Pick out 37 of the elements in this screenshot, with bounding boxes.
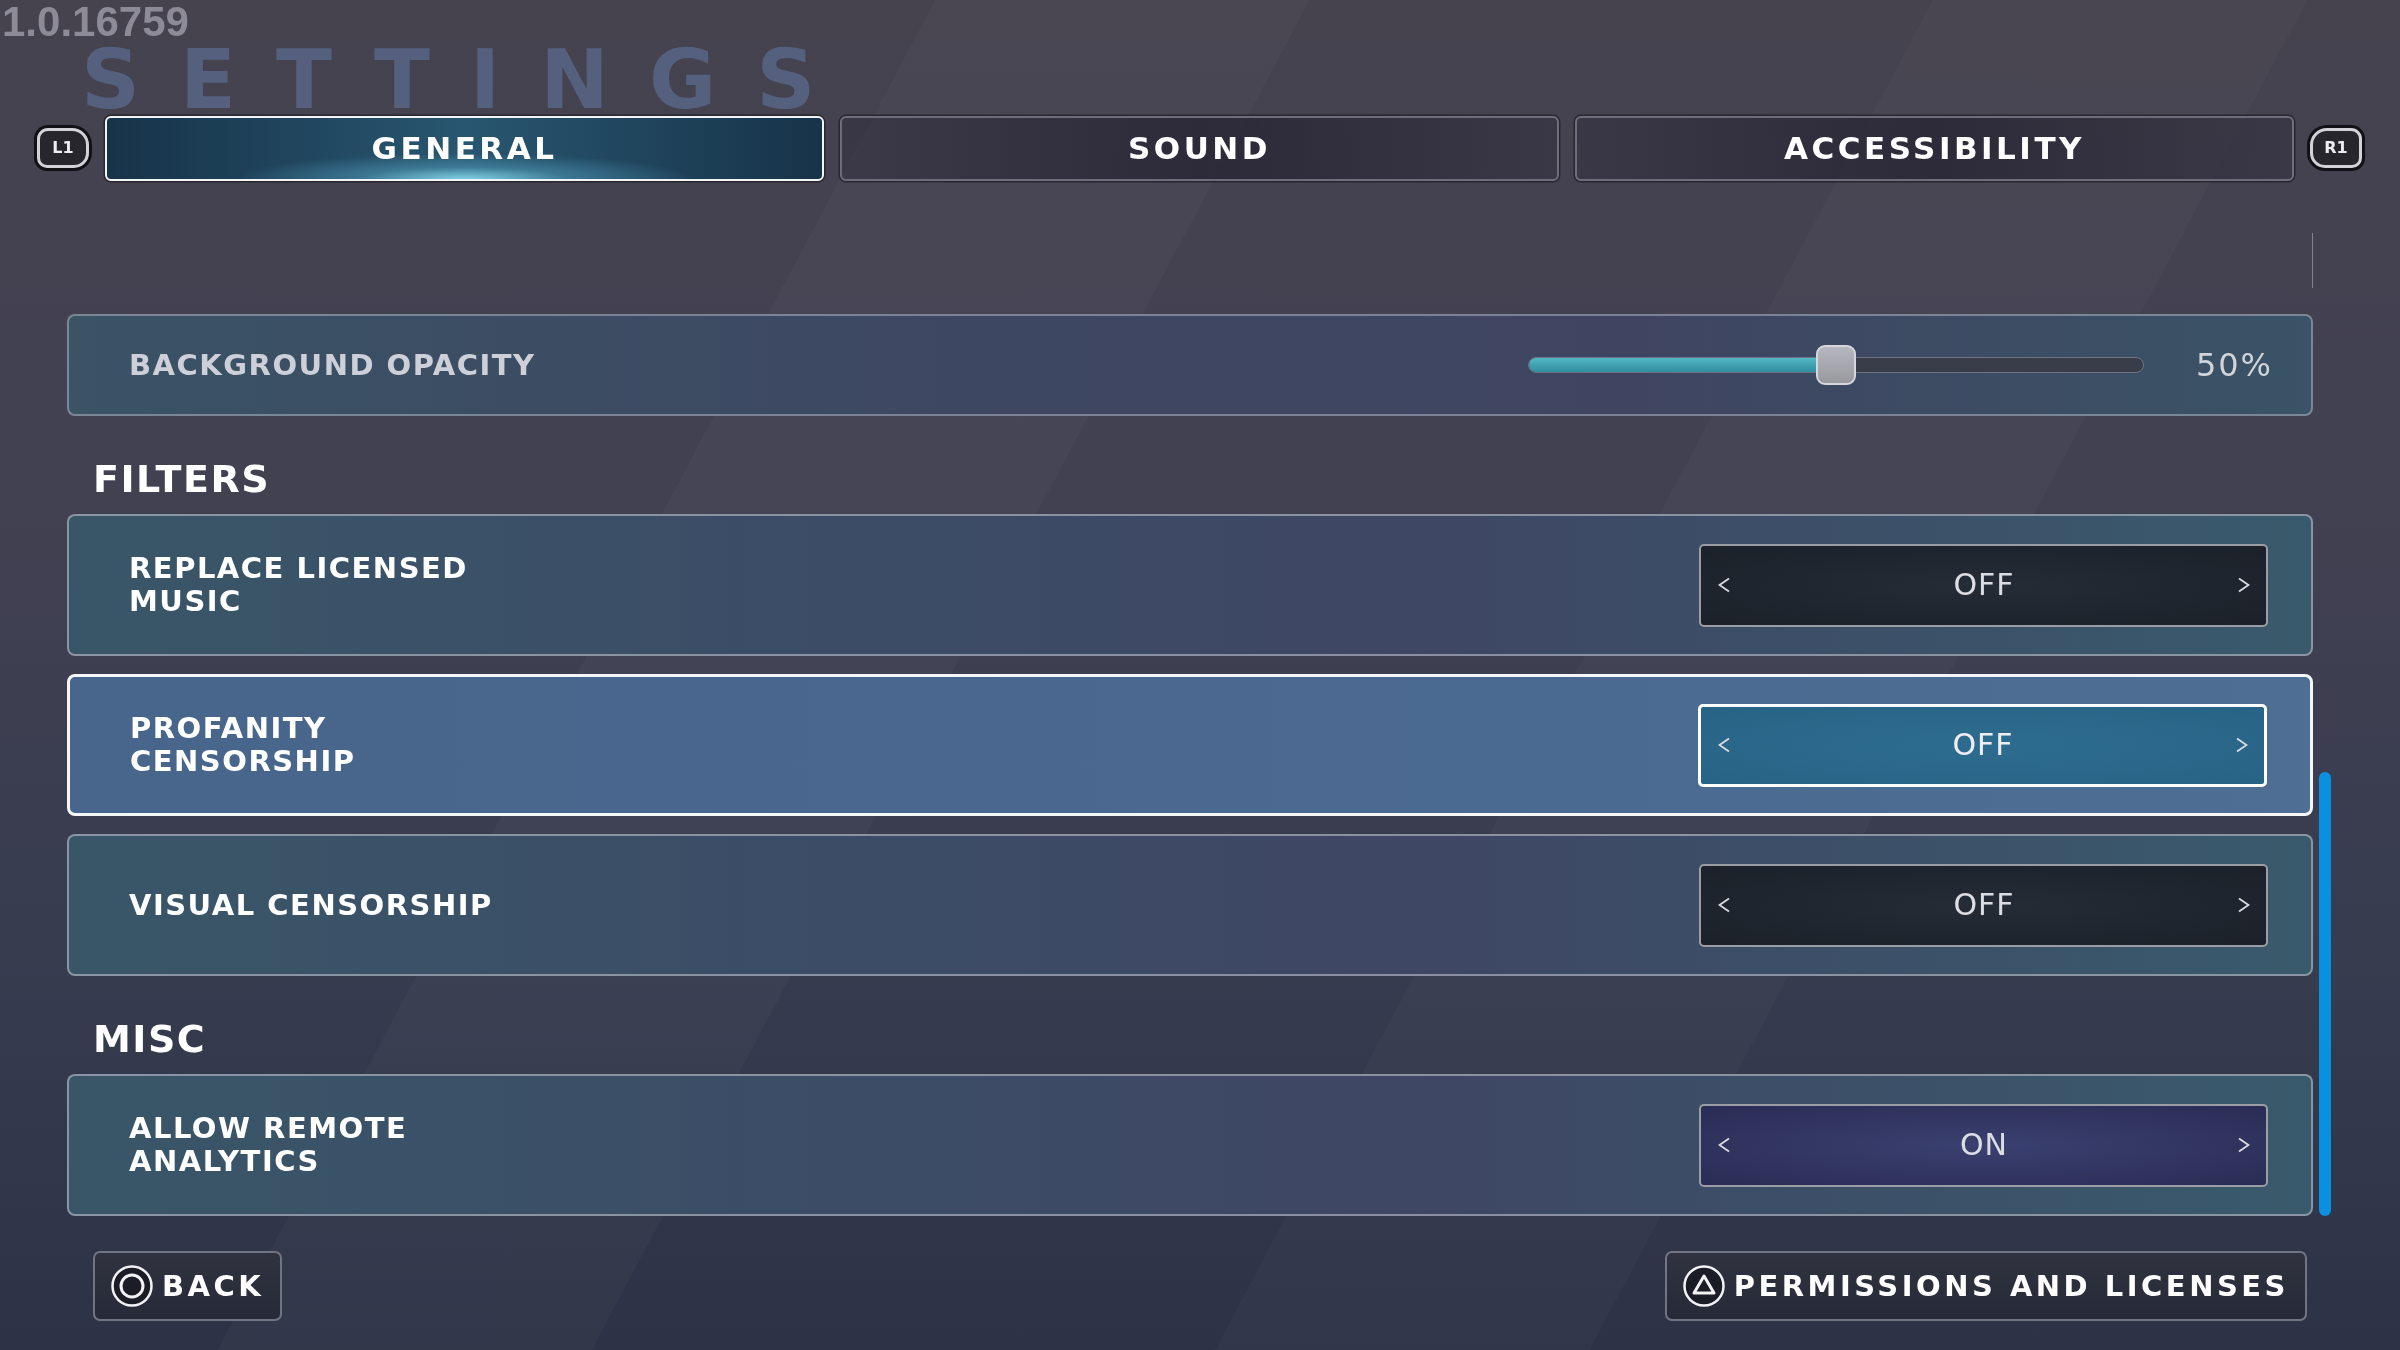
- tab[interactable]: GENERAL: [105, 115, 824, 181]
- chevron-left-icon[interactable]: [1718, 897, 1730, 913]
- footer-button[interactable]: PERMISSIONS AND LICENSES: [1664, 1251, 2307, 1321]
- option-selector[interactable]: OFF: [1699, 863, 2268, 947]
- setting-row[interactable]: VISUAL CENSORSHIP OFF: [67, 834, 2313, 976]
- shoulder-button-prompt[interactable]: L1: [37, 128, 89, 169]
- setting-row[interactable]: ALLOW REMOTE ANALYTICS ON: [67, 1074, 2313, 1216]
- option-value: ON: [1959, 1127, 2009, 1163]
- option-value: OFF: [1953, 887, 2015, 923]
- setting-row[interactable]: BACKGROUND OPACITY 50%: [67, 314, 2313, 416]
- circle-icon: [111, 1265, 153, 1307]
- version-label: 1.0.16759: [1, 0, 189, 44]
- setting-label: VISUAL CENSORSHIP: [129, 888, 493, 922]
- option-selector[interactable]: ON: [1699, 1103, 2268, 1187]
- setting-label: ALLOW REMOTE ANALYTICS: [129, 1112, 409, 1178]
- option-value: OFF: [1952, 727, 2014, 763]
- section-heading: MISC: [93, 1016, 207, 1062]
- slider-value: 50%: [2195, 347, 2273, 383]
- chevron-left-icon[interactable]: [1718, 577, 1730, 593]
- tab[interactable]: ACCESSIBILITY: [1575, 115, 2294, 181]
- chevron-right-icon[interactable]: [2238, 1137, 2250, 1153]
- setting-label: PROFANITY CENSORSHIP: [130, 712, 357, 778]
- shoulder-button-prompt[interactable]: R1: [2310, 128, 2362, 169]
- setting-label: REPLACE LICENSED MUSIC: [129, 552, 469, 618]
- setting-row[interactable]: PROFANITY CENSORSHIP OFF: [67, 674, 2313, 816]
- chevron-right-icon[interactable]: [2238, 577, 2250, 593]
- chevron-left-icon[interactable]: [1718, 1137, 1730, 1153]
- option-selector[interactable]: OFF: [1699, 543, 2268, 627]
- chevron-right-icon[interactable]: [2238, 897, 2250, 913]
- setting-label: BACKGROUND OPACITY: [129, 348, 536, 382]
- footer-button[interactable]: BACK: [93, 1251, 283, 1321]
- section-heading: FILTERS: [93, 456, 271, 502]
- scrollbar-thumb[interactable]: [2319, 772, 2331, 1216]
- option-value: OFF: [1953, 567, 2015, 603]
- tab[interactable]: SOUND: [840, 115, 1559, 181]
- setting-row[interactable]: REPLACE LICENSED MUSIC OFF: [67, 514, 2313, 656]
- slider-thumb[interactable]: [1815, 345, 1856, 385]
